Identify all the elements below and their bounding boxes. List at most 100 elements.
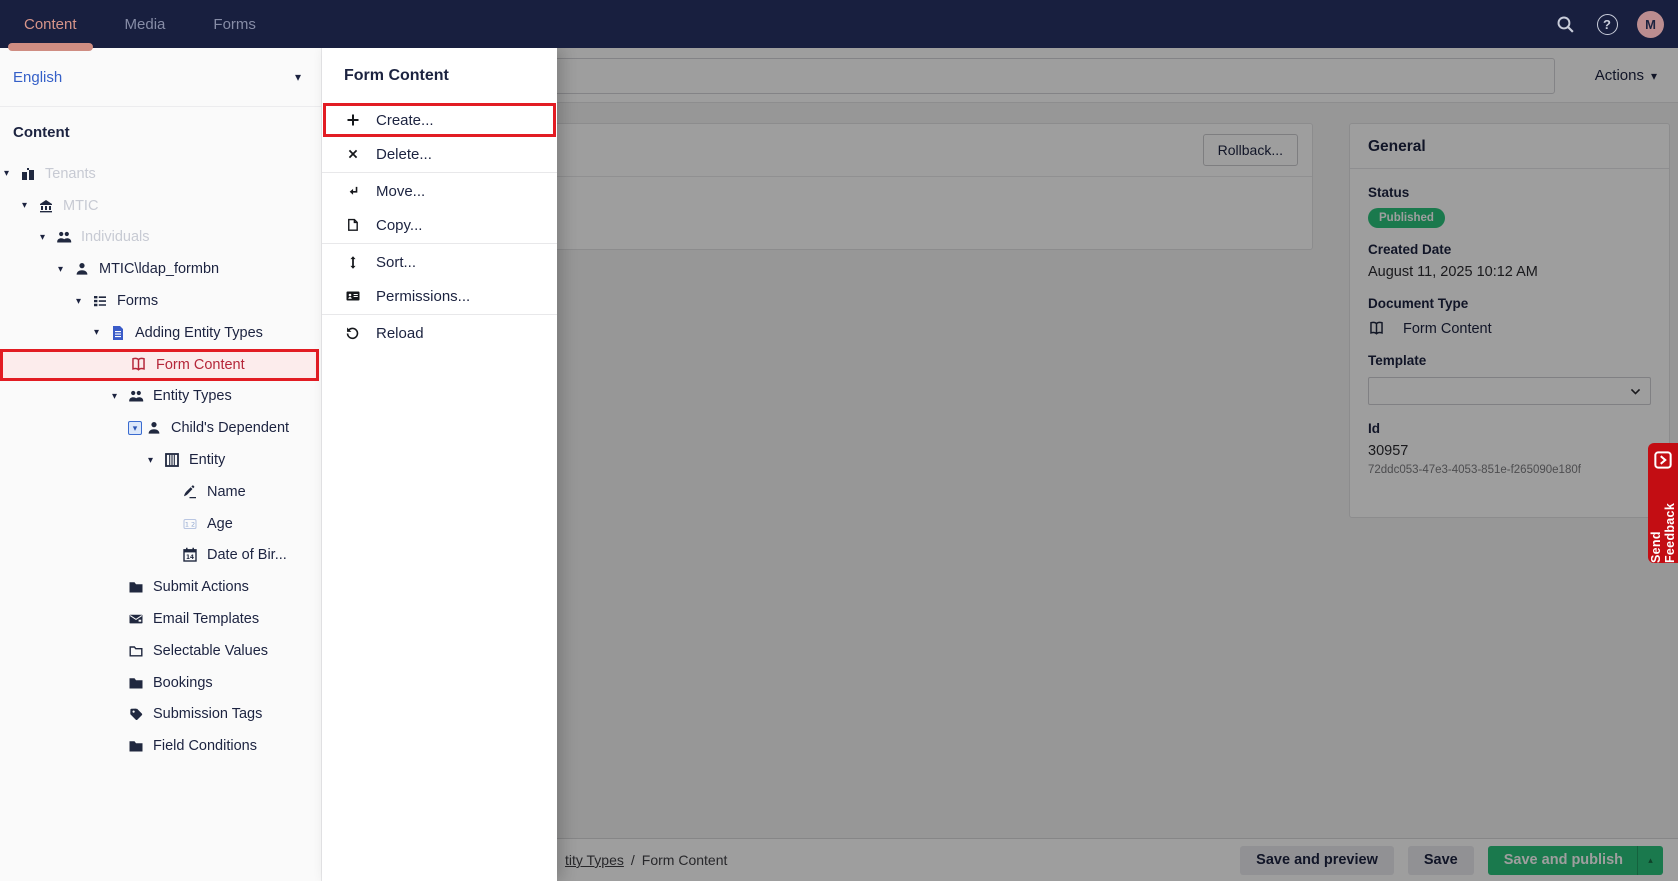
tree-item-forms[interactable]: ▾ Forms bbox=[0, 285, 321, 317]
menu-divider bbox=[322, 314, 557, 315]
users-icon bbox=[55, 229, 72, 246]
tab-content[interactable]: Content bbox=[0, 0, 101, 48]
menu-divider bbox=[322, 243, 557, 244]
context-menu: Form Content Create...Delete...Move...Co… bbox=[322, 48, 557, 881]
tree-item-label: MTIC\ldap_formbn bbox=[99, 261, 219, 277]
tree-item-entity-types[interactable]: ▾Entity Types bbox=[0, 381, 321, 413]
help-question-glyph: ? bbox=[1597, 14, 1618, 35]
tree-item-label: Submit Actions bbox=[153, 579, 249, 595]
tree-item-submission-tags[interactable]: Submission Tags bbox=[0, 699, 321, 731]
tree-item-child-s-dependent[interactable]: ▾ Child's Dependent bbox=[0, 412, 321, 444]
tree-item-label: Submission Tags bbox=[153, 706, 262, 722]
chevron-down-icon[interactable]: ▾ bbox=[148, 455, 163, 466]
folder-icon bbox=[127, 674, 144, 691]
buildings-icon bbox=[19, 165, 36, 182]
tree-item-selectable-values[interactable]: Selectable Values bbox=[0, 635, 321, 667]
plus-icon bbox=[344, 112, 361, 129]
tree-section-title: Content bbox=[13, 124, 70, 141]
chevron-down-icon[interactable]: ▾ bbox=[112, 391, 127, 402]
chevron-down-icon[interactable]: ▾ bbox=[76, 296, 91, 307]
tree-item-mtic[interactable]: ▾MTIC bbox=[0, 190, 321, 222]
folder-open-icon bbox=[127, 642, 144, 659]
tree-item-label: Tenants bbox=[45, 166, 96, 182]
bank-icon bbox=[37, 197, 54, 214]
tab-label: Media bbox=[125, 16, 166, 33]
chevron-down-icon[interactable]: ▾ bbox=[40, 232, 55, 243]
copy-icon bbox=[344, 217, 361, 234]
tree-item-label: Adding Entity Types bbox=[135, 325, 263, 341]
tree-item-tenants[interactable]: ▾ Tenants bbox=[0, 158, 321, 190]
help-icon[interactable]: ? bbox=[1595, 12, 1619, 36]
permissions-icon bbox=[344, 288, 361, 305]
tree-item-label: Forms bbox=[117, 293, 158, 309]
menu-item-sort[interactable]: Sort... bbox=[322, 245, 557, 279]
language-label: English bbox=[13, 69, 62, 86]
chevron-down-icon[interactable]: ▾ bbox=[58, 264, 73, 275]
menu-item-copy[interactable]: Copy... bbox=[322, 208, 557, 242]
tree-item-label: Child's Dependent bbox=[171, 420, 289, 436]
tree-item-mtic-ldap-formbn[interactable]: ▾ MTIC\ldap_formbn bbox=[0, 253, 321, 285]
svg-text:14: 14 bbox=[185, 556, 193, 562]
menu-item-label: Delete... bbox=[376, 146, 432, 163]
tree-item-bookings[interactable]: Bookings bbox=[0, 667, 321, 699]
content-sidebar: English ▾ Content ▾Tenants▾MTIC▾Individu… bbox=[0, 48, 322, 881]
tree-item-label: Bookings bbox=[153, 675, 213, 691]
tab-forms[interactable]: Forms bbox=[189, 0, 280, 48]
language-dropdown[interactable]: English ▾ bbox=[0, 48, 321, 107]
feedback-arrow-icon bbox=[1654, 451, 1672, 469]
tree-item-submit-actions[interactable]: Submit Actions bbox=[0, 571, 321, 603]
content-tree: ▾Tenants▾MTIC▾Individuals▾MTIC\ldap_form… bbox=[0, 158, 321, 881]
menu-item-reload[interactable]: Reload bbox=[322, 316, 557, 350]
tree-item-label: Field Conditions bbox=[153, 738, 257, 754]
menu-item-label: Sort... bbox=[376, 254, 416, 271]
pencil-icon bbox=[181, 483, 198, 500]
expander-checkbox-icon[interactable]: ▾ bbox=[128, 421, 142, 435]
tree-item-email-templates[interactable]: Email Templates bbox=[0, 603, 321, 635]
reload-icon bbox=[344, 325, 361, 342]
tab-media[interactable]: Media bbox=[101, 0, 190, 48]
users-icon bbox=[127, 388, 144, 405]
folder-icon bbox=[127, 738, 144, 755]
svg-text:1 2: 1 2 bbox=[184, 520, 194, 528]
chevron-down-icon[interactable]: ▾ bbox=[94, 327, 109, 338]
document-blue-icon bbox=[109, 324, 126, 341]
menu-item-move[interactable]: Move... bbox=[322, 174, 557, 208]
tree-item-name[interactable]: Name bbox=[0, 476, 321, 508]
folder-icon bbox=[127, 579, 144, 596]
tree-item-entity[interactable]: ▾Entity bbox=[0, 444, 321, 476]
calendar-icon: 14 bbox=[181, 547, 198, 564]
tree-item-label: Email Templates bbox=[153, 611, 259, 627]
close-icon bbox=[344, 146, 361, 163]
menu-item-delete[interactable]: Delete... bbox=[322, 137, 557, 171]
top-bar: Content Media Forms ? M bbox=[0, 0, 1678, 48]
tree-item-adding-entity-types[interactable]: ▾ Adding Entity Types bbox=[0, 317, 321, 349]
tab-label: Forms bbox=[213, 16, 256, 33]
search-icon[interactable] bbox=[1553, 12, 1577, 36]
avatar[interactable]: M bbox=[1637, 11, 1664, 38]
send-feedback-tab[interactable]: Send Feedback bbox=[1648, 443, 1678, 563]
menu-item-create[interactable]: Create... bbox=[323, 103, 556, 137]
tree-item-label: Age bbox=[207, 516, 233, 532]
chevron-down-icon[interactable]: ▾ bbox=[4, 168, 19, 179]
number-icon: 1 2 bbox=[181, 515, 198, 532]
tab-label: Content bbox=[24, 16, 77, 33]
tree-item-field-conditions[interactable]: Field Conditions bbox=[0, 730, 321, 762]
section-tabs: Content Media Forms bbox=[0, 0, 280, 48]
tree-item-age[interactable]: 1 2 Age bbox=[0, 508, 321, 540]
active-tab-indicator bbox=[8, 43, 93, 51]
tree-item-label: Date of Bir... bbox=[207, 547, 287, 563]
grid-icon bbox=[163, 452, 180, 469]
tree-item-label: Individuals bbox=[81, 229, 150, 245]
tree-item-date-of-bir[interactable]: 14 Date of Bir... bbox=[0, 540, 321, 572]
menu-item-label: Permissions... bbox=[376, 288, 470, 305]
tree-item-label: Form Content bbox=[156, 357, 245, 373]
list-icon bbox=[91, 293, 108, 310]
menu-item-label: Create... bbox=[376, 112, 434, 129]
tree-item-label: Name bbox=[207, 484, 246, 500]
tree-item-label: Selectable Values bbox=[153, 643, 268, 659]
tree-item-individuals[interactable]: ▾ Individuals bbox=[0, 222, 321, 254]
chevron-down-icon[interactable]: ▾ bbox=[22, 200, 37, 211]
user-icon bbox=[145, 420, 162, 437]
tree-item-form-content[interactable]: Form Content bbox=[0, 349, 319, 381]
menu-item-permissions[interactable]: Permissions... bbox=[322, 279, 557, 313]
